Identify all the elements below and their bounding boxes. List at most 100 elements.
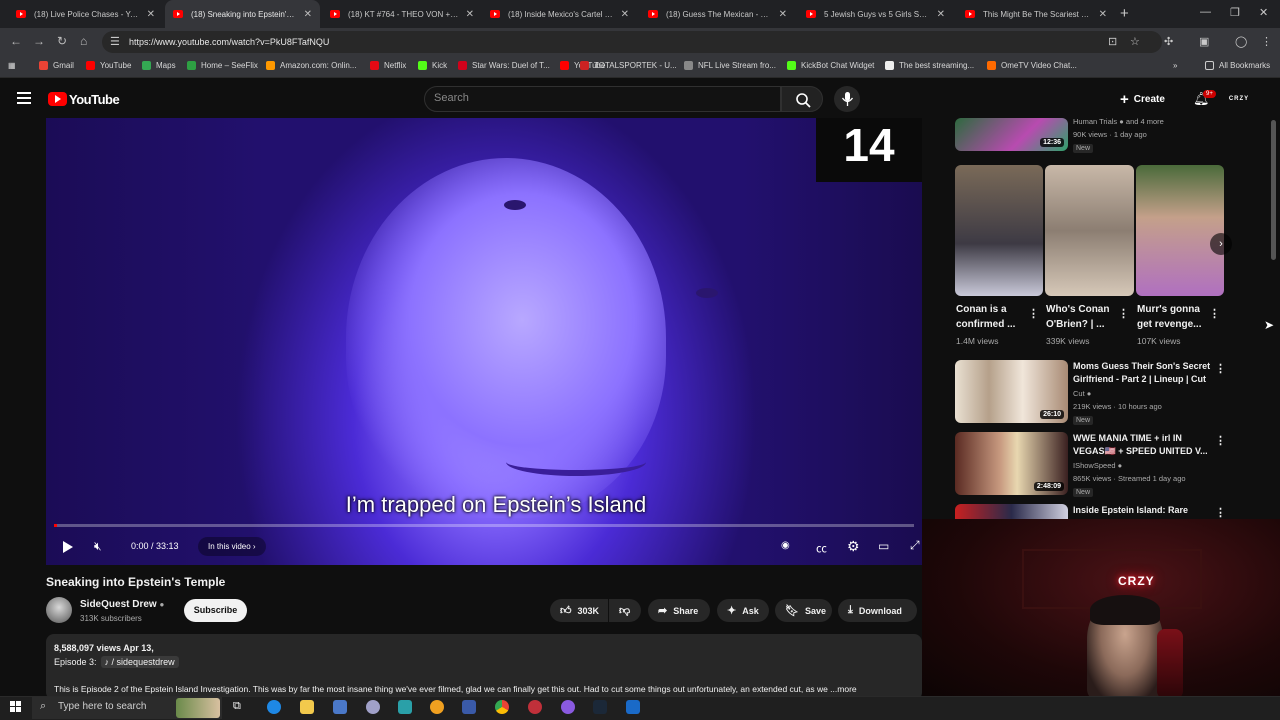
bookmark-ometv[interactable]: OmeTV Video Chat... (987, 61, 1077, 70)
account-avatar[interactable]: CRZY (1227, 89, 1251, 109)
youtube-wordmark[interactable]: YouTube (69, 92, 120, 107)
bookmark-streaming[interactable]: The best streaming... (885, 61, 974, 70)
bookmark-youtube[interactable]: YouTube (86, 61, 131, 70)
mute-icon[interactable]: 🔇︎ (94, 539, 102, 554)
edge-icon[interactable] (267, 700, 281, 714)
browser-tab[interactable]: (18) Live Police Chases - YouTube✕ (8, 0, 163, 28)
video-title-link[interactable]: WWE MANIA TIME + irl IN VEGAS🇺🇸 + SPEED U… (1073, 432, 1208, 458)
apps-grid-icon[interactable]: ▦ (8, 61, 16, 70)
close-tab-icon[interactable]: ✕ (937, 9, 945, 20)
bookmark-nfl-stream[interactable]: NFL Live Stream fro... (684, 61, 776, 70)
all-bookmarks[interactable]: All Bookmarks (1205, 61, 1270, 70)
bookmark-totalsportek[interactable]: TOTALSPORTEK - U... (580, 61, 677, 70)
short-title[interactable]: Conan is a confirmed ... (956, 302, 1015, 332)
forward-icon[interactable]: → (33, 34, 45, 48)
close-tab-icon[interactable]: ✕ (621, 9, 629, 20)
new-tab-icon[interactable]: + (1120, 5, 1129, 22)
browser-tab[interactable]: (18) Guess The Mexican - YouTube✕ (640, 0, 795, 28)
short-thumbnail[interactable] (1045, 165, 1134, 296)
app-icon[interactable] (430, 700, 444, 714)
video-channel[interactable]: IShowSpeed ● (1073, 460, 1122, 472)
like-button[interactable]: 👍︎ 303K (550, 599, 608, 622)
app-icon[interactable] (462, 700, 476, 714)
extensions-icon[interactable]: ✣ (1164, 35, 1173, 48)
video-channel[interactable]: Human Trials ● and 4 more (1073, 116, 1164, 128)
play-icon[interactable] (62, 540, 74, 554)
progress-bar[interactable] (54, 524, 914, 527)
home-icon[interactable]: ⌂ (80, 34, 87, 48)
video-thumbnail[interactable]: 26:10 (955, 360, 1068, 423)
site-info-icon[interactable]: ☰ (110, 35, 120, 48)
short-thumbnail[interactable] (955, 165, 1043, 296)
search-button[interactable] (781, 86, 823, 112)
bookmark-netflix[interactable]: Netflix (370, 61, 406, 70)
bookmark-star-wars[interactable]: Star Wars: Duel of T... (458, 61, 550, 70)
more-options-icon[interactable]: ⋮ (1215, 434, 1226, 447)
file-explorer-icon[interactable] (300, 700, 314, 714)
close-tab-icon[interactable]: ✕ (147, 9, 155, 20)
minimize-icon[interactable]: — (1200, 6, 1211, 18)
bookmark-star-icon[interactable]: ☆ (1130, 35, 1140, 48)
short-thumbnail[interactable] (1136, 165, 1224, 296)
shorts-next-button[interactable]: › (1210, 233, 1232, 255)
channel-name[interactable]: SideQuest Drew ● (80, 599, 164, 610)
bookmark-amazon[interactable]: Amazon.com: Onlin... (266, 61, 356, 70)
calculator-icon[interactable] (333, 700, 347, 714)
video-channel[interactable]: Cut ● (1073, 388, 1091, 400)
captions-icon[interactable]: ㏄ (816, 540, 827, 556)
maximize-icon[interactable]: ❐ (1230, 6, 1240, 19)
share-button[interactable]: ➦ Share (648, 599, 710, 622)
video-thumbnail[interactable] (955, 504, 1068, 519)
menu-kebab-icon[interactable]: ⋮ (1261, 35, 1272, 48)
close-tab-icon[interactable]: ✕ (304, 9, 312, 20)
browser-tab[interactable]: This Might Be The Scariest Gam...✕ (957, 0, 1115, 28)
autoplay-toggle-icon[interactable]: ◉ (781, 540, 790, 551)
browser-tab-active[interactable]: (18) Sneaking into Epstein's Temple✕ (165, 0, 320, 28)
dislike-button[interactable]: 👎︎ (609, 599, 641, 622)
close-tab-icon[interactable]: ✕ (1099, 9, 1107, 20)
download-button[interactable]: ⤓ Download (838, 599, 917, 622)
more-options-icon[interactable]: ⋮ (1215, 362, 1226, 375)
channel-mention-link[interactable]: ♪ / sidequestdrew (100, 656, 179, 668)
short-title[interactable]: Murr's gonna get revenge... (1137, 302, 1201, 332)
bookmark-kickbot[interactable]: KickBot Chat Widget (787, 61, 874, 70)
app-icon[interactable] (398, 700, 412, 714)
chrome-icon[interactable] (495, 700, 509, 714)
browser-tab[interactable]: (18) KT #764 - THEO VON + JE... ✕ (322, 0, 482, 28)
profile-icon[interactable]: ◯ (1235, 35, 1247, 48)
youtube-logo-icon[interactable] (48, 92, 67, 106)
bookmarks-overflow-icon[interactable]: » (1173, 61, 1177, 70)
video-thumbnail[interactable]: 12:36 (955, 118, 1068, 151)
fullscreen-icon[interactable]: ⤢ (910, 538, 920, 553)
guide-menu-icon[interactable] (17, 92, 31, 104)
more-options-icon[interactable]: ⋮ (1028, 307, 1039, 320)
windows-start-icon[interactable] (10, 701, 22, 713)
bookmark-seeflix[interactable]: Home – SeeFlix (187, 61, 258, 70)
back-icon[interactable]: ← (10, 34, 22, 48)
video-thumbnail[interactable]: 2:48:09 (955, 432, 1068, 495)
install-app-icon[interactable]: ⊡ (1108, 35, 1117, 48)
url-text[interactable]: https://www.youtube.com/watch?v=PkU8FTaf… (129, 37, 329, 47)
create-button[interactable]: + Create (1120, 88, 1165, 110)
side-panel-icon[interactable]: ▣ (1199, 35, 1209, 48)
close-window-icon[interactable]: ✕ (1259, 6, 1268, 19)
video-title-link[interactable]: Moms Guess Their Son's Secret Girlfriend … (1073, 360, 1210, 386)
bookmark-kick[interactable]: Kick (418, 61, 447, 70)
theater-mode-icon[interactable]: ▭ (878, 539, 889, 553)
close-tab-icon[interactable]: ✕ (466, 9, 474, 20)
app-icon[interactable] (528, 700, 542, 714)
video-title-link[interactable]: Inside Epstein Island: Rare (1073, 504, 1188, 517)
steam-icon[interactable] (593, 700, 607, 714)
in-this-video-chip[interactable]: In this video › (198, 537, 266, 556)
task-view-icon[interactable]: ⧉ (233, 700, 247, 714)
browser-tab[interactable]: (18) Inside Mexico's Cartel Civil... ✕ (482, 0, 637, 28)
app-icon[interactable] (366, 700, 380, 714)
bookmark-gmail[interactable]: Gmail (39, 61, 74, 70)
subscribe-button[interactable]: Subscribe (184, 599, 247, 622)
short-title[interactable]: Who's Conan O'Brien? | ... (1046, 302, 1109, 332)
channel-avatar[interactable] (46, 597, 72, 623)
ask-button[interactable]: ✦ Ask (717, 599, 769, 622)
more-options-icon[interactable]: ⋮ (1118, 307, 1129, 320)
reload-icon[interactable]: ↻ (57, 34, 67, 48)
app-icon[interactable] (626, 700, 640, 714)
